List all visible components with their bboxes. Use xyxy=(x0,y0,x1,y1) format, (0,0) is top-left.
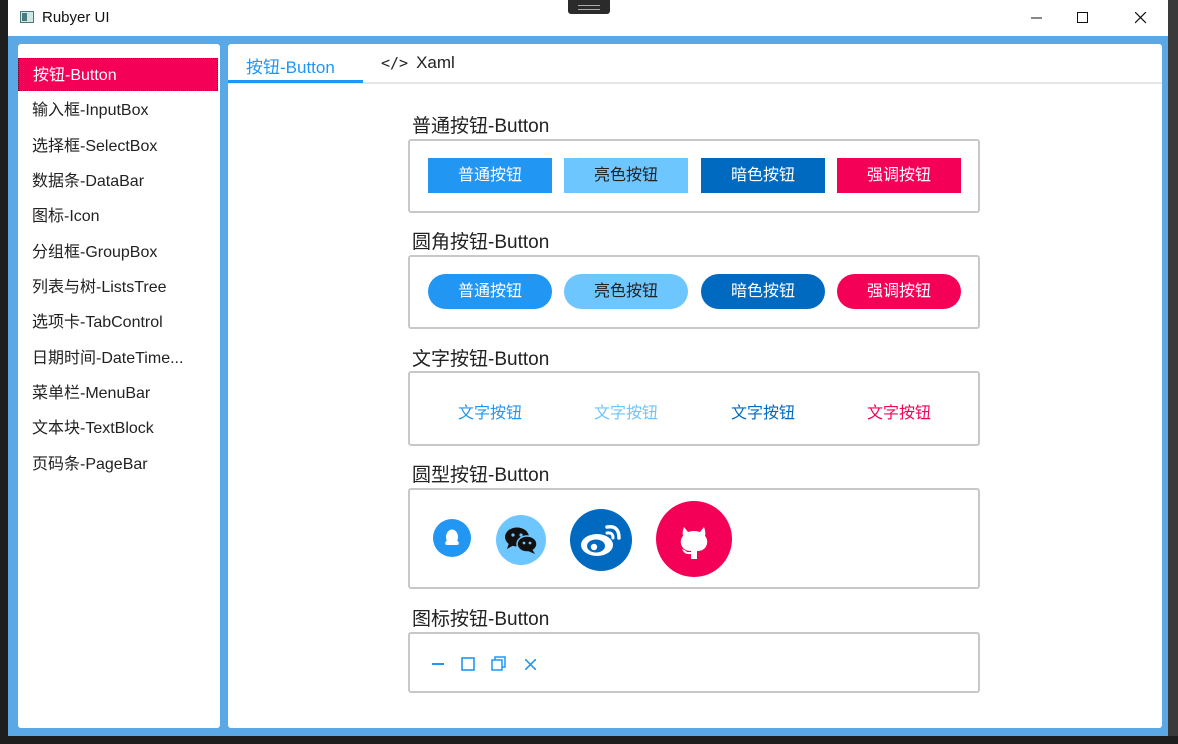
panel-normal-buttons: 普通按钮 亮色按钮 暗色按钮 强调按钮 xyxy=(408,139,980,213)
window-title: Rubyer UI xyxy=(42,9,110,26)
app-icon xyxy=(20,11,34,23)
maximize-icon xyxy=(461,657,475,671)
sidebar-item-textblock[interactable]: 文本块-TextBlock xyxy=(18,412,218,445)
maximize-window-button[interactable] xyxy=(1060,0,1106,36)
sidebar-item-databar[interactable]: 数据条-DataBar xyxy=(18,165,218,198)
weibo-button[interactable] xyxy=(570,509,632,571)
section-title-text: 文字按钮-Button xyxy=(412,349,550,370)
normal-dark-button[interactable]: 暗色按钮 xyxy=(701,158,825,193)
tab-indicator xyxy=(228,80,363,83)
rounded-primary-button[interactable]: 普通按钮 xyxy=(428,274,552,309)
sidebar-item-menubar[interactable]: 菜单栏-MenuBar xyxy=(18,377,218,410)
sidebar-item-inputbox[interactable]: 输入框-InputBox xyxy=(18,94,218,127)
sidebar-item-button[interactable]: 按钮-Button xyxy=(18,58,218,91)
normal-accent-button[interactable]: 强调按钮 xyxy=(837,158,961,193)
qq-button[interactable] xyxy=(433,519,471,557)
section-title-normal: 普通按钮-Button xyxy=(412,116,550,137)
normal-primary-button[interactable]: 普通按钮 xyxy=(428,158,552,193)
text-primary-button[interactable]: 文字按钮 xyxy=(428,399,552,423)
github-button[interactable] xyxy=(656,501,732,577)
rounded-accent-button[interactable]: 强调按钮 xyxy=(837,274,961,309)
panel-rounded-buttons: 普通按钮 亮色按钮 暗色按钮 强调按钮 xyxy=(408,255,980,329)
text-light-button[interactable]: 文字按钮 xyxy=(564,399,688,423)
close-icon xyxy=(524,658,536,670)
sidebar: 按钮-Button 输入框-InputBox 选择框-SelectBox 数据条… xyxy=(18,44,220,728)
sidebar-item-pagebar[interactable]: 页码条-PageBar xyxy=(18,448,218,481)
tab-bar: 按钮-Button </> Xaml xyxy=(228,44,1162,84)
section-title-icon: 图标按钮-Button xyxy=(412,609,550,630)
normal-light-button[interactable]: 亮色按钮 xyxy=(564,158,688,193)
title-bar[interactable]: Rubyer UI xyxy=(8,0,1168,36)
restore-icon-button[interactable] xyxy=(489,654,509,674)
panel-icon-buttons xyxy=(408,632,980,693)
rounded-dark-button[interactable]: 暗色按钮 xyxy=(701,274,825,309)
close-icon-button[interactable] xyxy=(520,654,540,674)
wechat-icon xyxy=(505,527,538,554)
sidebar-item-datetime[interactable]: 日期时间-DateTime... xyxy=(18,342,218,375)
minimize-icon-button[interactable] xyxy=(428,654,448,674)
minimize-icon xyxy=(432,663,444,665)
sidebar-item-liststree[interactable]: 列表与树-ListsTree xyxy=(18,271,218,304)
maximize-icon-button[interactable] xyxy=(458,654,478,674)
content-panel: 按钮-Button </> Xaml 普通按钮-Button 普通按钮 亮色按钮 … xyxy=(228,44,1162,728)
close-window-button[interactable] xyxy=(1118,0,1164,36)
weibo-icon xyxy=(581,524,621,556)
github-icon xyxy=(680,527,708,559)
section-title-circle: 圆型按钮-Button xyxy=(412,465,550,486)
sidebar-item-icon[interactable]: 图标-Icon xyxy=(18,200,218,233)
rounded-light-button[interactable]: 亮色按钮 xyxy=(564,274,688,309)
minimize-window-button[interactable] xyxy=(1014,0,1060,36)
close-icon xyxy=(1135,12,1147,24)
maximize-icon xyxy=(1077,12,1088,23)
minimize-icon xyxy=(1031,17,1042,19)
panel-text-buttons: 文字按钮 文字按钮 文字按钮 文字按钮 xyxy=(408,371,980,446)
text-accent-button[interactable]: 文字按钮 xyxy=(837,399,961,423)
app-window: Rubyer UI 按钮-Button 输入框-InputBox 选择框-Sel… xyxy=(8,0,1168,736)
restore-icon xyxy=(491,656,506,671)
qq-icon xyxy=(445,529,459,545)
tab-xaml-label: Xaml xyxy=(416,53,455,72)
sidebar-item-selectbox[interactable]: 选择框-SelectBox xyxy=(18,130,218,163)
text-dark-button[interactable]: 文字按钮 xyxy=(701,399,825,423)
tab-button[interactable]: 按钮-Button xyxy=(246,53,335,78)
sidebar-item-tabcontrol[interactable]: 选项卡-TabControl xyxy=(18,306,218,339)
tab-xaml[interactable]: </> Xaml xyxy=(381,53,455,73)
wechat-button[interactable] xyxy=(496,515,546,565)
sidebar-item-groupbox[interactable]: 分组框-GroupBox xyxy=(18,236,218,269)
section-title-rounded: 圆角按钮-Button xyxy=(412,232,550,253)
drag-grip-icon[interactable] xyxy=(568,0,610,14)
code-icon: </> xyxy=(381,54,409,72)
panel-circle-buttons xyxy=(408,488,980,589)
